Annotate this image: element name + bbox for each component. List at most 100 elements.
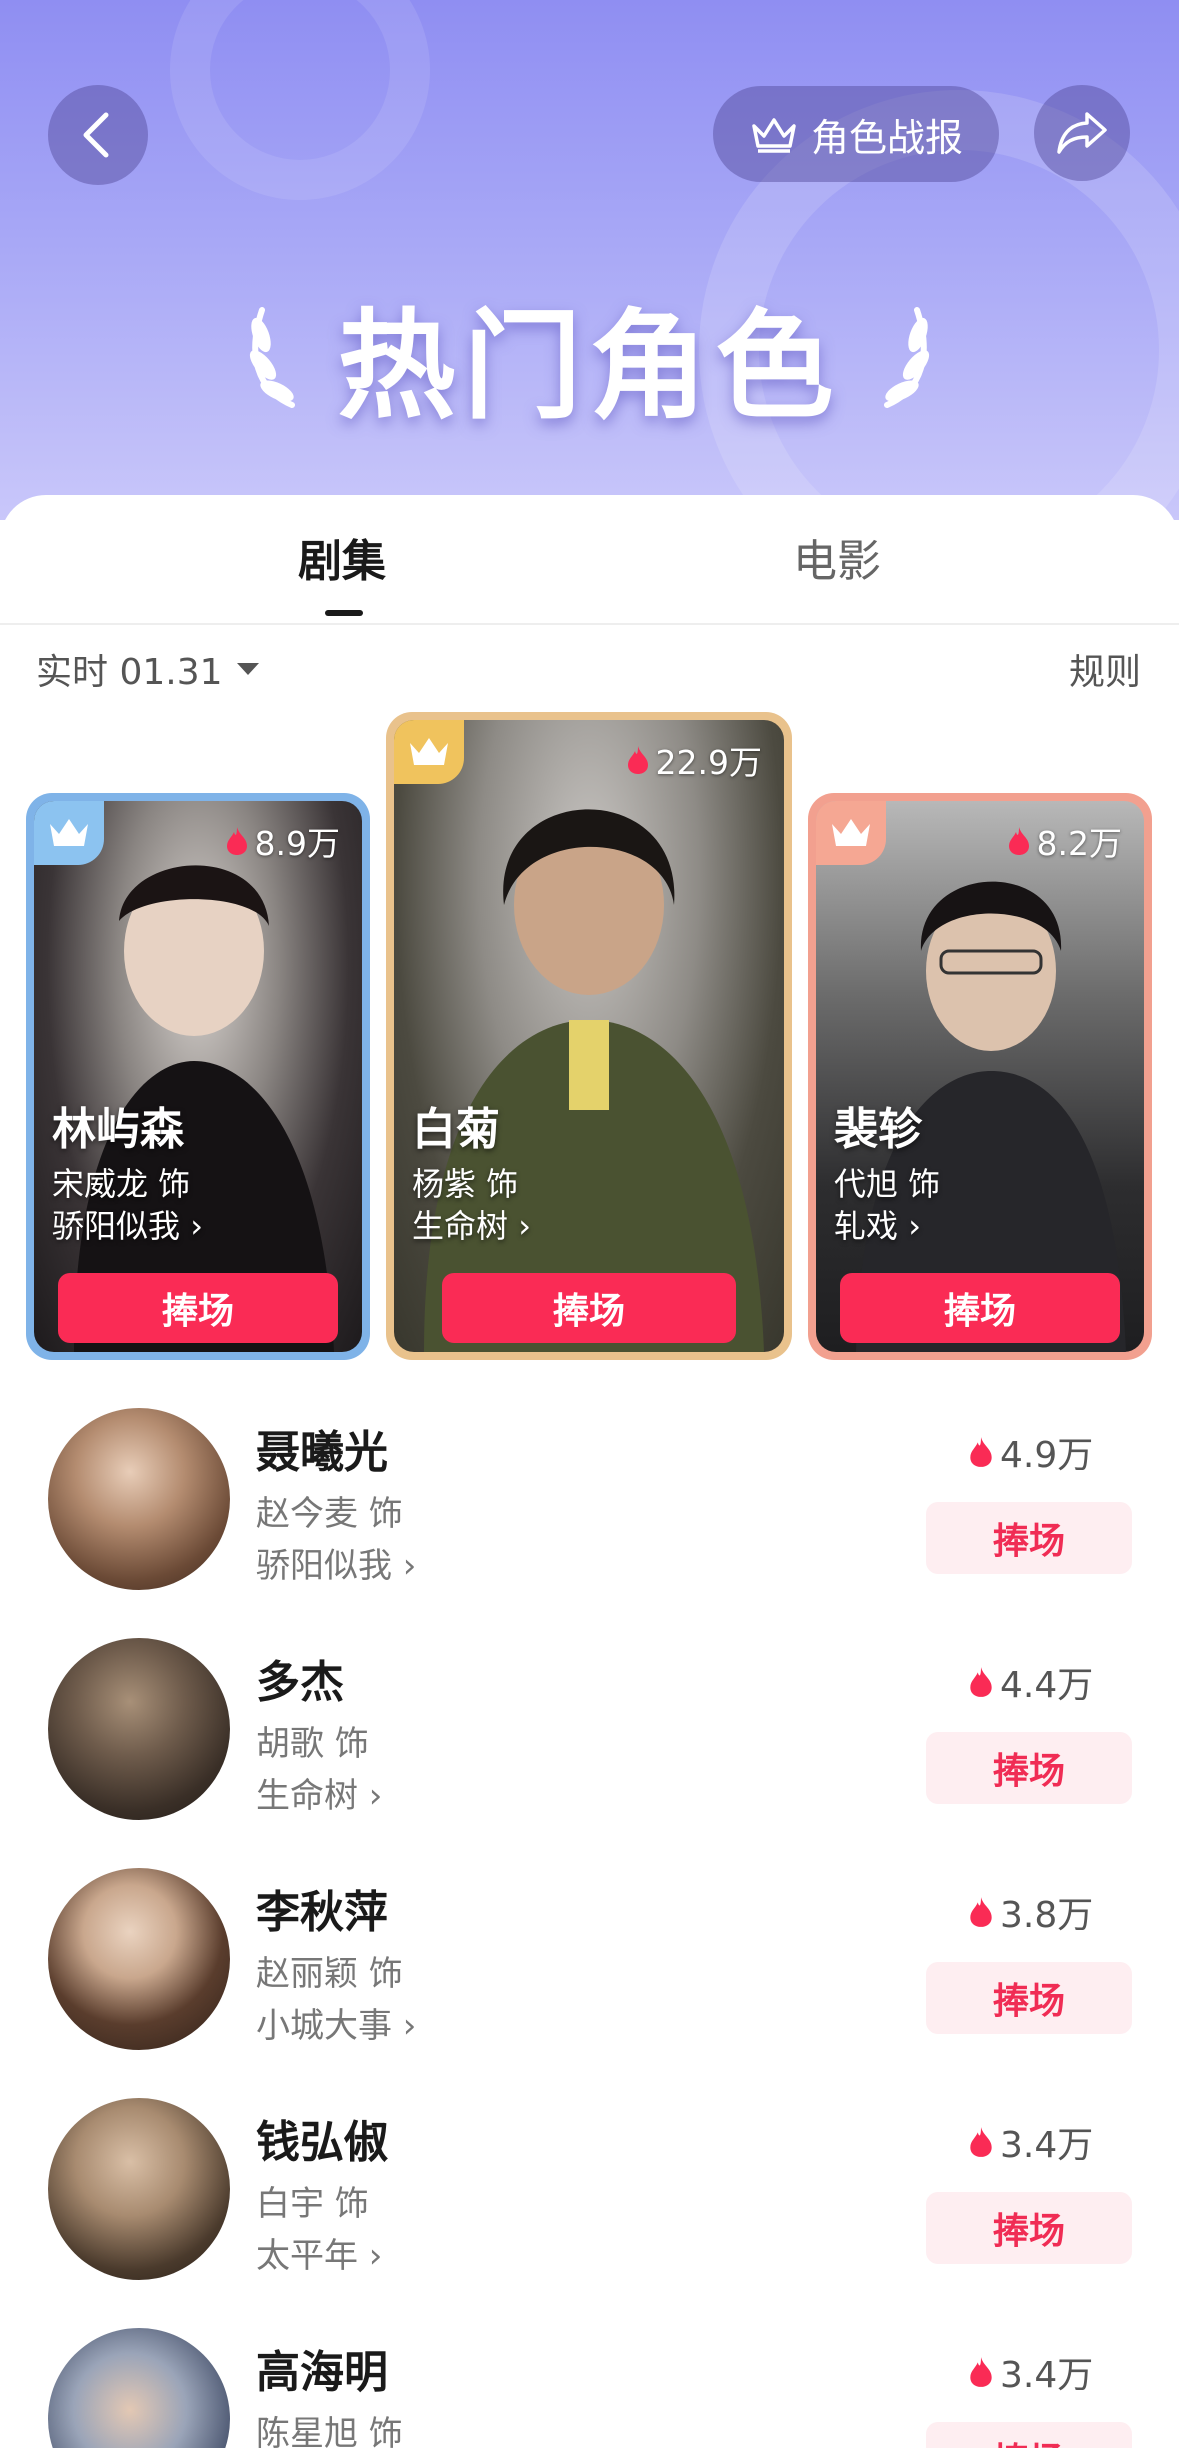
character-name: 聂曦光 bbox=[256, 1427, 388, 1478]
drama-link[interactable]: 轧戏 › bbox=[834, 1201, 921, 1247]
laurel-right-icon bbox=[883, 307, 929, 408]
avatar bbox=[48, 1408, 230, 1590]
chevron-right-icon: › bbox=[358, 1776, 383, 1816]
role-report-button[interactable]: 角色战报 bbox=[713, 86, 999, 182]
card-inner: 8.9万 林屿森 宋威龙 饰 骄阳似我 › 捧场 bbox=[34, 801, 362, 1352]
top-card-rank-1[interactable]: 22.9万 白菊 杨紫 饰 生命树 › 捧场 bbox=[386, 712, 792, 1360]
heat-value: 4.4万 bbox=[1000, 1665, 1094, 1706]
chevron-right-icon: › bbox=[392, 1546, 417, 1586]
laurel-left-icon bbox=[250, 307, 296, 408]
avatar bbox=[48, 1638, 230, 1820]
tab-series[interactable]: 剧集 bbox=[298, 525, 386, 589]
top-card-rank-2[interactable]: 8.9万 林屿森 宋威龙 饰 骄阳似我 › 捧场 bbox=[26, 793, 370, 1360]
list-item[interactable]: 高海明 陈星旭 饰 3.4万 捧场 bbox=[0, 2328, 1179, 2448]
chevron-right-icon: › bbox=[190, 1207, 203, 1245]
back-button[interactable] bbox=[48, 85, 148, 185]
cheer-button[interactable]: 捧场 bbox=[58, 1273, 338, 1343]
card-inner: 22.9万 白菊 杨紫 饰 生命树 › 捧场 bbox=[394, 720, 784, 1352]
header-banner: 角色战报 热门角色 bbox=[0, 0, 1179, 520]
character-name: 林屿森 bbox=[52, 1104, 184, 1155]
drama-title: 太平年 bbox=[256, 2236, 358, 2276]
cheer-button[interactable]: 捧场 bbox=[442, 1273, 736, 1343]
heat-value: 4.9万 bbox=[1000, 1435, 1094, 1476]
actor-name: 赵今麦 饰 bbox=[256, 1494, 403, 1534]
crown-icon bbox=[752, 118, 796, 153]
character-name: 裴轸 bbox=[834, 1104, 922, 1155]
rank-badge bbox=[394, 720, 464, 784]
drama-link[interactable]: 骄阳似我 › bbox=[256, 1538, 416, 1587]
flame-icon bbox=[970, 1897, 992, 1927]
drama-title: 骄阳似我 bbox=[52, 1207, 181, 1245]
avatar bbox=[48, 1868, 230, 2050]
rules-link[interactable]: 规则 bbox=[1069, 643, 1141, 695]
heat-count: 8.2万 bbox=[1007, 817, 1122, 865]
list-item[interactable]: 李秋萍 赵丽颖 饰 小城大事 › 3.8万 捧场 bbox=[0, 1868, 1179, 2068]
page-title: 热门角色 bbox=[337, 296, 842, 435]
heat-count: 8.9万 bbox=[225, 817, 340, 865]
chevron-right-icon: › bbox=[358, 2236, 383, 2276]
top-card-rank-3[interactable]: 8.2万 裴轸 代旭 饰 轧戏 › 捧场 bbox=[808, 793, 1152, 1360]
crown-icon bbox=[832, 819, 870, 846]
flame-icon bbox=[970, 2357, 992, 2387]
play-decoration bbox=[170, 0, 430, 200]
heat-count: 3.8万 bbox=[968, 1886, 1093, 1938]
actor-name: 杨紫 饰 bbox=[412, 1165, 519, 1203]
chevron-right-icon: › bbox=[518, 1207, 531, 1245]
rank-badge bbox=[34, 801, 104, 865]
flame-icon bbox=[226, 827, 247, 855]
category-tabs: 剧集 电影 bbox=[0, 495, 1179, 625]
list-item[interactable]: 多杰 胡歌 饰 生命树 › 4.4万 捧场 bbox=[0, 1638, 1179, 1838]
avatar bbox=[48, 2098, 230, 2280]
cheer-button[interactable]: 捧场 bbox=[926, 2422, 1132, 2448]
crown-icon bbox=[50, 819, 88, 846]
heat-value: 3.4万 bbox=[1000, 2355, 1094, 2396]
flame-icon bbox=[970, 1667, 992, 1697]
drama-title: 骄阳似我 bbox=[256, 1546, 392, 1586]
character-name: 多杰 bbox=[256, 1657, 344, 1708]
heat-count: 3.4万 bbox=[968, 2116, 1093, 2168]
heat-value: 3.8万 bbox=[1000, 1895, 1094, 1936]
cheer-button[interactable]: 捧场 bbox=[926, 2192, 1132, 2264]
portrait-silhouette bbox=[856, 881, 1126, 1352]
heat-value: 8.9万 bbox=[254, 824, 340, 863]
character-photo bbox=[394, 720, 784, 1352]
drama-title: 轧戏 bbox=[834, 1207, 899, 1245]
cheer-button[interactable]: 捧场 bbox=[840, 1273, 1120, 1343]
drama-title: 生命树 bbox=[412, 1207, 509, 1245]
cheer-button[interactable]: 捧场 bbox=[926, 1732, 1132, 1804]
rank-badge bbox=[816, 801, 886, 865]
drama-link[interactable]: 小城大事 › bbox=[256, 1998, 416, 2047]
cheer-button[interactable]: 捧场 bbox=[926, 1962, 1132, 2034]
flame-icon bbox=[627, 746, 648, 774]
triangle-down-icon bbox=[236, 663, 259, 675]
heat-value: 8.2万 bbox=[1036, 824, 1122, 863]
chevron-left-icon bbox=[83, 112, 109, 158]
portrait-silhouette bbox=[74, 865, 334, 1352]
character-name: 钱弘俶 bbox=[256, 2117, 388, 2168]
character-photo bbox=[34, 801, 362, 1352]
tab-movies[interactable]: 电影 bbox=[793, 525, 881, 589]
chevron-right-icon: › bbox=[908, 1207, 921, 1245]
actor-name: 赵丽颖 饰 bbox=[256, 1954, 403, 1994]
list-item[interactable]: 钱弘俶 白宇 饰 太平年 › 3.4万 捧场 bbox=[0, 2098, 1179, 2298]
list-item[interactable]: 聂曦光 赵今麦 饰 骄阳似我 › 4.9万 捧场 bbox=[0, 1408, 1179, 1608]
cheer-button[interactable]: 捧场 bbox=[926, 1502, 1132, 1574]
heat-count: 4.4万 bbox=[968, 1656, 1093, 1708]
heat-count: 22.9万 bbox=[626, 736, 762, 784]
share-button[interactable] bbox=[1034, 85, 1130, 181]
crown-icon bbox=[410, 738, 448, 765]
title-wrap: 热门角色 bbox=[0, 285, 1179, 435]
drama-title: 小城大事 bbox=[256, 2006, 392, 2046]
character-name: 高海明 bbox=[256, 2347, 388, 2398]
date-filter-dropdown[interactable]: 实时 01.31 bbox=[36, 643, 261, 695]
drama-title: 生命树 bbox=[256, 1776, 358, 1816]
active-tab-indicator bbox=[325, 610, 363, 616]
drama-link[interactable]: 骄阳似我 › bbox=[52, 1201, 203, 1247]
share-icon bbox=[1057, 112, 1107, 154]
drama-link[interactable]: 生命树 › bbox=[256, 1768, 382, 1817]
drama-link[interactable]: 生命树 › bbox=[412, 1201, 531, 1247]
filter-row: 实时 01.31 规则 bbox=[0, 643, 1179, 713]
drama-link[interactable]: 太平年 › bbox=[256, 2228, 382, 2277]
date-filter-label: 实时 01.31 bbox=[36, 652, 223, 693]
avatar bbox=[48, 2328, 230, 2448]
